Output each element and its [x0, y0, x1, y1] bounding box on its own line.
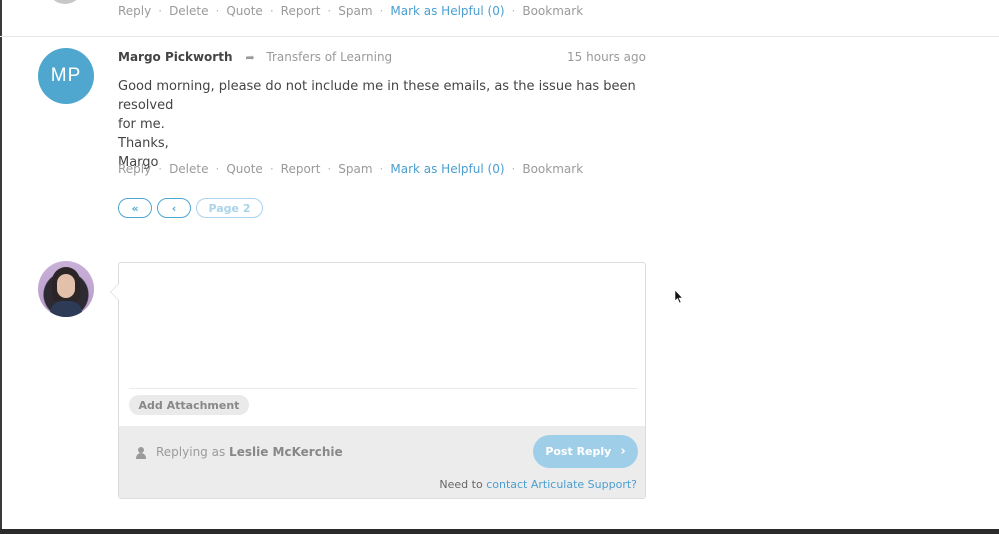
separator: ·	[269, 4, 274, 18]
delete-link[interactable]: Delete	[169, 162, 208, 176]
previous-page-button[interactable]: ‹	[157, 198, 191, 218]
separator: ·	[327, 4, 332, 18]
editor-divider	[129, 388, 637, 389]
post-body-line: Thanks,	[118, 136, 169, 151]
post-body-line: for me.	[118, 117, 165, 132]
replying-user-name: Leslie McKerchie	[229, 445, 343, 459]
previous-post-actions: Reply · Delete · Quote · Report · Spam ·…	[118, 4, 583, 18]
bookmark-link[interactable]: Bookmark	[522, 4, 583, 18]
post-actions: Reply · Delete · Quote · Report · Spam ·…	[118, 162, 583, 176]
bookmark-link[interactable]: Bookmark	[522, 162, 583, 176]
separator: ·	[327, 162, 332, 176]
spam-link[interactable]: Spam	[338, 162, 372, 176]
current-user-avatar	[38, 261, 94, 317]
separator: ·	[269, 162, 274, 176]
share-arrow-icon: ➦	[245, 51, 255, 64]
current-page-indicator: Page 2	[196, 198, 263, 218]
previous-post-avatar	[47, 0, 83, 4]
reply-box: Add Attachment Replying as Leslie McKerc…	[110, 262, 646, 499]
avatar-face	[57, 274, 75, 298]
post-reply-button[interactable]: Post Reply ›	[533, 435, 638, 468]
author-name[interactable]: Margo Pickworth	[118, 50, 233, 64]
mouse-cursor-icon	[674, 290, 684, 304]
reply-link[interactable]: Reply	[118, 162, 151, 176]
separator: ·	[215, 4, 220, 18]
delete-link[interactable]: Delete	[169, 4, 208, 18]
support-text: Need to contact Articulate Support?	[439, 478, 637, 491]
quote-link[interactable]: Quote	[226, 162, 262, 176]
replying-prefix: Replying as	[156, 445, 226, 459]
quote-link[interactable]: Quote	[226, 4, 262, 18]
first-page-button[interactable]: «	[118, 198, 152, 218]
spam-link[interactable]: Spam	[338, 4, 372, 18]
separator: ·	[379, 4, 384, 18]
post-reply-label: Post Reply	[545, 445, 612, 458]
reply-link[interactable]: Reply	[118, 4, 151, 18]
post-body: Good morning, please do not include me i…	[118, 77, 648, 172]
avatar-shirt	[50, 301, 82, 317]
add-attachment-button[interactable]: Add Attachment	[129, 395, 249, 415]
chevron-right-icon: ›	[620, 444, 626, 459]
support-prefix: Need to	[439, 478, 483, 491]
post-body-line: Good morning, please do not include me i…	[118, 79, 636, 113]
reply-footer: Replying as Leslie McKerchie Post Reply …	[119, 426, 645, 498]
window-edge	[0, 0, 2, 534]
user-icon	[136, 447, 146, 459]
replying-as-text: Replying as Leslie McKerchie	[156, 445, 343, 459]
contact-support-link[interactable]: contact Articulate Support?	[486, 478, 637, 491]
page: Reply · Delete · Quote · Report · Spam ·…	[0, 0, 999, 534]
bottom-bar	[0, 529, 999, 534]
post-header: Margo Pickworth ➦ Transfers of Learning …	[118, 50, 646, 66]
separator: ·	[511, 162, 516, 176]
separator: ·	[215, 162, 220, 176]
pagination: « ‹ Page 2	[118, 198, 268, 218]
separator: ·	[511, 4, 516, 18]
separator: ·	[379, 162, 384, 176]
report-link[interactable]: Report	[281, 162, 321, 176]
author-avatar[interactable]: MP	[38, 48, 94, 104]
separator: ·	[158, 4, 163, 18]
post-divider	[0, 36, 999, 37]
mark-helpful-link[interactable]: Mark as Helpful (0)	[390, 4, 504, 18]
report-link[interactable]: Report	[281, 4, 321, 18]
mark-helpful-link[interactable]: Mark as Helpful (0)	[390, 162, 504, 176]
reply-editor[interactable]	[119, 263, 645, 387]
separator: ·	[158, 162, 163, 176]
thread-title[interactable]: Transfers of Learning	[266, 50, 392, 64]
post-timestamp: 15 hours ago	[567, 50, 646, 64]
